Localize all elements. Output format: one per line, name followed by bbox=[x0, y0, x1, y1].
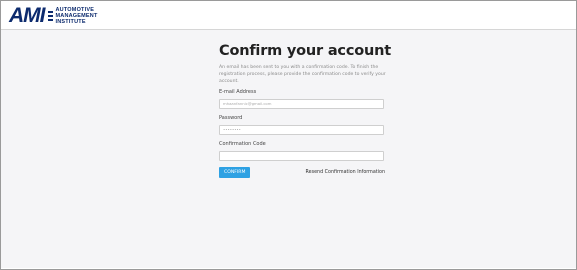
confirmation-code-label: Confirmation Code bbox=[219, 141, 266, 147]
logo-text: AUTOMOTIVE MANAGEMENT INSTITUTE bbox=[56, 7, 98, 25]
password-label: Password bbox=[219, 115, 243, 121]
main-content: Confirm your account An email has been s… bbox=[1, 30, 576, 268]
page-title: Confirm your account bbox=[219, 43, 391, 59]
logo-mark: AMI bbox=[9, 4, 45, 27]
confirmation-code-field[interactable] bbox=[219, 151, 384, 161]
form-actions: CONFIRM Resend Confirmation Information bbox=[219, 167, 385, 178]
logo-bars-icon bbox=[47, 10, 53, 22]
site-header: AMI AUTOMOTIVE MANAGEMENT INSTITUTE bbox=[1, 1, 576, 30]
logo-line-3: INSTITUTE bbox=[55, 19, 86, 25]
password-field[interactable]: •••••••• bbox=[219, 125, 384, 135]
resend-confirmation-link[interactable]: Resend Confirmation Information bbox=[306, 170, 385, 175]
page-description: An email has been sent to you with a con… bbox=[219, 65, 386, 84]
confirm-account-form: Confirm your account An email has been s… bbox=[219, 43, 391, 178]
confirm-button[interactable]: CONFIRM bbox=[219, 167, 251, 178]
ami-logo[interactable]: AMI AUTOMOTIVE MANAGEMENT INSTITUTE bbox=[9, 4, 98, 27]
email-label: E-mail Address bbox=[219, 89, 257, 95]
email-field[interactable]: mhaanfannic@gmail.com bbox=[219, 99, 384, 109]
